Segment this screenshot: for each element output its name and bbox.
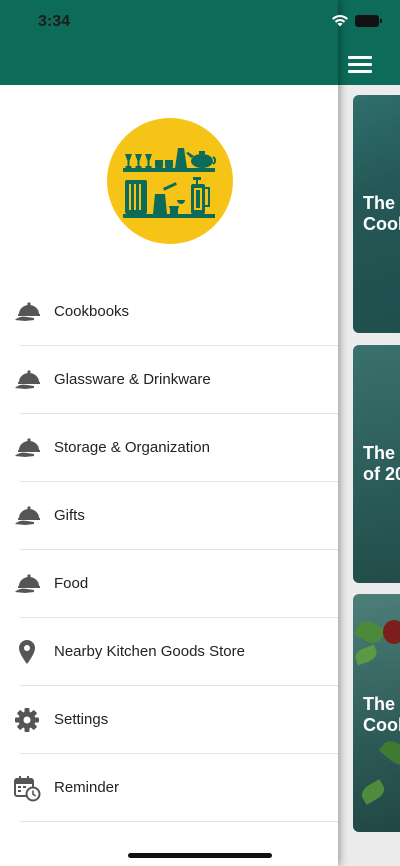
menu-item-label: Reminder	[54, 779, 120, 796]
article-card[interactable]: The Cook	[353, 95, 400, 333]
menu-item-reminder[interactable]: Reminder	[0, 754, 338, 822]
article-card-title: The of 20	[363, 443, 400, 484]
article-card-title: The Cook	[363, 193, 400, 234]
menu-item-label: Food	[54, 575, 89, 592]
battery-icon	[355, 15, 382, 27]
menu-item-food[interactable]: Food	[0, 550, 338, 618]
menu-item-settings[interactable]: Settings	[0, 686, 338, 754]
food-cloche-icon	[15, 302, 40, 321]
menu-item-cookbooks[interactable]: Cookbooks	[0, 278, 338, 346]
menu-item-storage-organization[interactable]: Storage & Organization	[0, 414, 338, 482]
menu-item-label: Settings	[54, 711, 109, 728]
kitchen-shelves-logo	[123, 148, 217, 218]
food-cloche-icon	[15, 370, 40, 389]
food-cloche-icon	[15, 506, 40, 525]
menu-item-label: Cookbooks	[54, 303, 130, 320]
article-card[interactable]: The of 20	[353, 345, 400, 583]
app-logo	[100, 110, 242, 252]
navigation-drawer: Cookbooks Glassware & Drinkware Storage …	[0, 0, 338, 866]
map-pin-icon	[19, 640, 35, 664]
calendar-clock-icon	[14, 776, 41, 802]
food-cloche-icon	[15, 574, 40, 593]
menu-item-label: Glassware & Drinkware	[54, 371, 211, 388]
status-bar: 3:34	[0, 0, 400, 44]
menu-item-gifts[interactable]: Gifts	[0, 482, 338, 550]
menu-item-nearby-store[interactable]: Nearby Kitchen Goods Store	[0, 618, 338, 686]
menu-item-label: Storage & Organization	[54, 439, 210, 456]
menu-item-label: Nearby Kitchen Goods Store	[54, 643, 245, 660]
status-time: 3:34	[38, 13, 71, 30]
food-cloche-icon	[15, 438, 40, 457]
hamburger-menu-icon[interactable]	[348, 54, 374, 74]
wifi-icon	[332, 15, 348, 27]
menu-item-glassware-drinkware[interactable]: Glassware & Drinkware	[0, 346, 338, 414]
gear-icon	[15, 708, 39, 732]
divider	[20, 821, 338, 822]
home-indicator	[128, 853, 272, 858]
menu-item-label: Gifts	[54, 507, 85, 524]
article-card-title: The Cook	[363, 694, 400, 735]
article-card[interactable]: The Cook	[353, 594, 400, 832]
